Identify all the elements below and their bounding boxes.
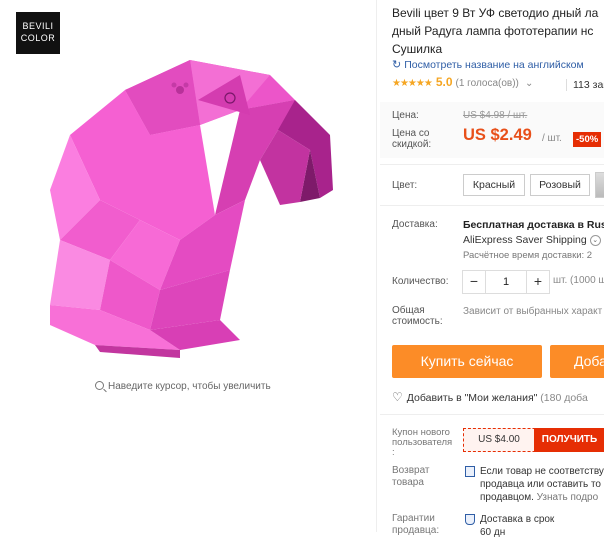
quantity-stepper: − 1 + (462, 270, 550, 294)
increase-button[interactable]: + (527, 271, 549, 293)
color-option-red[interactable]: Красный (463, 174, 525, 196)
color-label: Цвет: (392, 180, 418, 191)
shipping-label: Доставка: (392, 219, 438, 230)
coupon: US $4.00 ПОЛУЧИТЬ (463, 428, 604, 452)
divider (380, 414, 604, 415)
add-to-cart-button[interactable]: Доба (550, 345, 604, 378)
quantity-input[interactable]: 1 (485, 271, 527, 293)
returns-text: Если товар не соответству продавца или о… (480, 466, 604, 503)
buy-now-button[interactable]: Купить сейчас (392, 345, 542, 378)
product-image[interactable] (40, 40, 340, 370)
shipping-free-text: Бесплатная доставка в Russ (463, 219, 604, 231)
price-label: Цена: (392, 110, 419, 121)
zoom-hint: Наведите курсор, чтобы увеличить (95, 380, 271, 392)
product-title: Bevili цвет 9 Вт УФ светодио дный ла дны… (392, 6, 599, 56)
chevron-down-icon: ⌄ (524, 78, 534, 89)
orders-count: 113 зака (566, 79, 604, 91)
total-label: Общая стоимость: (392, 305, 443, 327)
returns-label: Возврат товара (392, 465, 430, 488)
guarantee-label: Гарантии продавца: (392, 513, 440, 536)
coupon-label: Купон нового пользователя : (392, 427, 453, 458)
total-note: Зависит от выбранных характ (463, 306, 603, 317)
quantity-note: шт. (1000 ш (553, 275, 604, 286)
shipping-time: Расчётное время доставки: 2 (463, 250, 593, 261)
chevron-down-icon: ⌄ (589, 234, 601, 246)
per-unit: / шт. (542, 133, 562, 144)
shield-icon (465, 514, 475, 525)
stars-icon: ★★★★★ (392, 78, 433, 89)
heart-icon: ♡ (392, 390, 403, 404)
quantity-label: Количество: (392, 276, 449, 287)
translate-link[interactable]: ↻ Посмотреть название на английском (392, 58, 584, 71)
divider (380, 164, 604, 165)
document-icon (465, 466, 475, 477)
magnifier-icon (95, 381, 104, 390)
translate-icon: ↻ (392, 59, 402, 71)
guarantee-text: Доставка в срок 60 дн (480, 514, 555, 538)
color-option-pink[interactable]: Розовый (530, 174, 590, 196)
discount-price-label: Цена со скидкой: (392, 128, 432, 150)
old-price: US $4.98 / шт. (463, 110, 528, 121)
divider (380, 205, 604, 206)
color-option-swatch[interactable] (595, 172, 604, 198)
decrease-button[interactable]: − (463, 271, 485, 293)
add-to-wishlist[interactable]: ♡ Добавить в "Мои желания" (180 доба (392, 390, 588, 404)
returns-more-link[interactable]: Узнать подро (537, 492, 599, 503)
current-price: US $2.49 (463, 126, 532, 144)
rating[interactable]: ★★★★★ 5.0 (1 голоса(ов)) ⌄ (392, 75, 533, 89)
get-coupon-button[interactable]: ПОЛУЧИТЬ (534, 428, 604, 452)
discount-badge: -50% (573, 132, 602, 147)
shipping-method[interactable]: AliExpress Saver Shipping ⌄ (463, 234, 601, 246)
coupon-amount: US $4.00 (478, 434, 520, 445)
column-divider (376, 0, 377, 532)
